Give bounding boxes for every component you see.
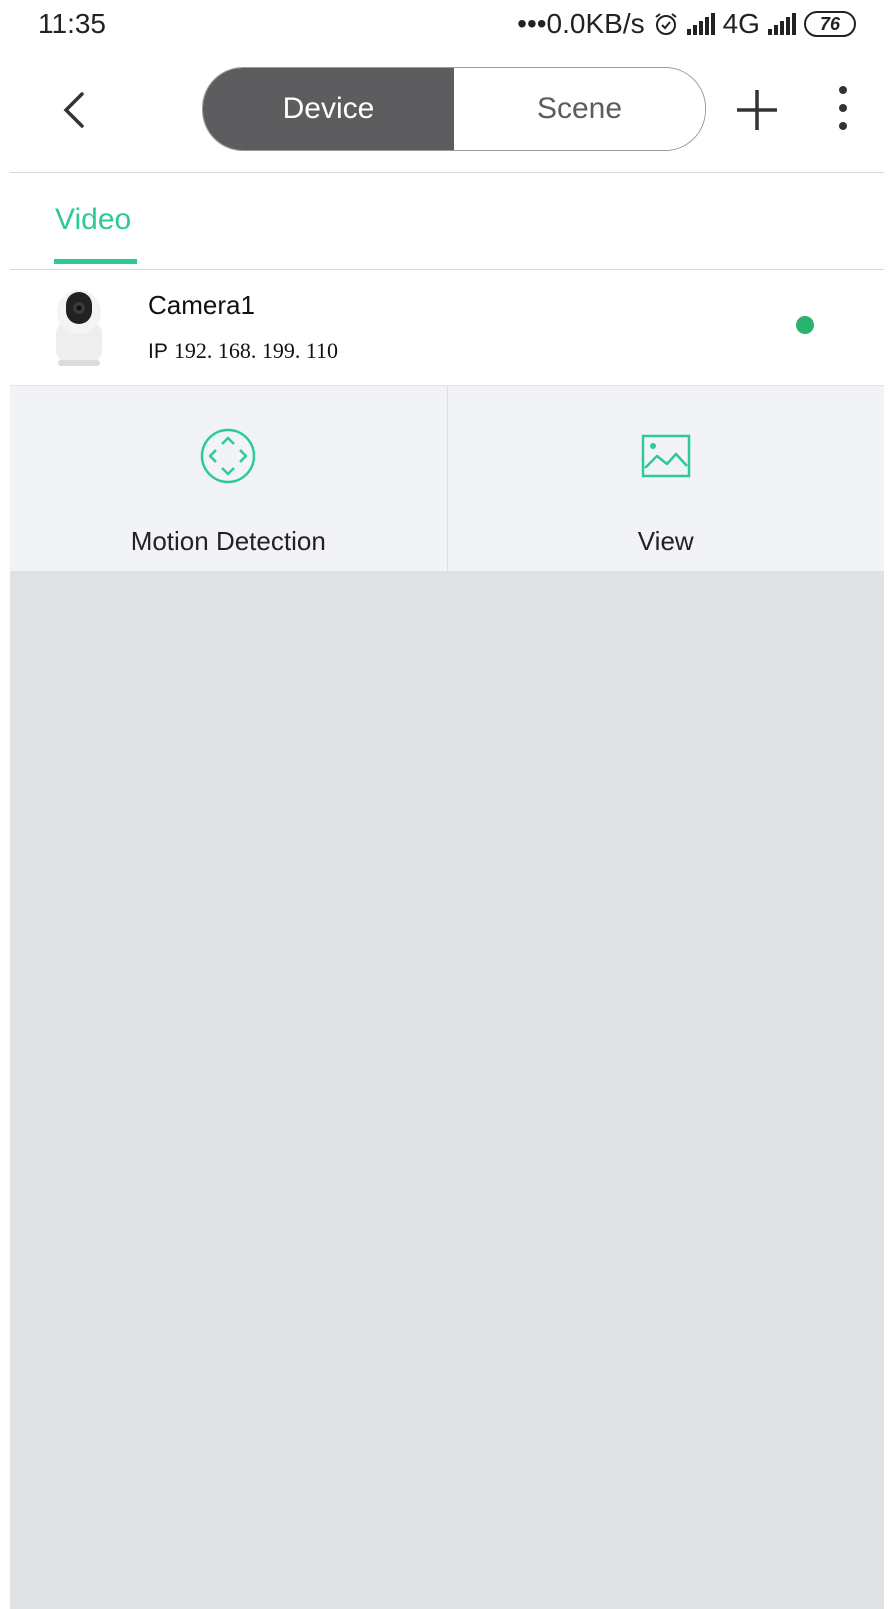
motion-detection-button[interactable]: Motion Detection (10, 386, 447, 571)
top-navigation: Device Scene (0, 60, 894, 170)
segment-scene[interactable]: Scene (454, 68, 705, 150)
ip-address: 192. 168. 199. 110 (173, 338, 339, 363)
category-tabs: Video (10, 173, 884, 270)
view-button[interactable]: View (446, 386, 885, 571)
device-item-camera1[interactable]: Camera1 IP 192. 168. 199. 110 (10, 270, 884, 384)
net-speed: •••0.0KB/s (517, 8, 645, 39)
motion-detection-label: Motion Detection (130, 526, 326, 556)
battery-indicator: 76 (803, 11, 856, 37)
motion-detection-icon (201, 428, 256, 484)
ip-prefix: IP (148, 340, 168, 363)
signal-icon (686, 13, 715, 35)
status-time: 11:35 (38, 8, 106, 39)
camera-icon (56, 290, 102, 366)
network-type: 4G (722, 8, 760, 39)
empty-content-area (10, 571, 884, 1609)
back-icon (63, 92, 84, 128)
signal-icon (767, 13, 796, 35)
image-icon (641, 434, 690, 478)
tab-video[interactable]: Video (55, 203, 131, 237)
device-actions: Motion Detection View (10, 385, 884, 571)
status-indicators: •••0.0KB/s 4G 76 (517, 8, 856, 40)
view-label: View (637, 526, 694, 556)
device-name: Camera1 (148, 290, 255, 320)
back-button[interactable] (50, 80, 100, 140)
alarm-icon (655, 13, 677, 35)
segment-device[interactable]: Device (203, 68, 454, 150)
device-scene-switch: Device Scene (202, 67, 706, 151)
plus-icon (737, 90, 777, 130)
tab-active-indicator (54, 259, 137, 264)
add-button[interactable] (727, 80, 787, 140)
status-bar: 11:35 •••0.0KB/s 4G 76 (0, 0, 894, 48)
device-ip: IP 192. 168. 199. 110 (148, 338, 338, 364)
more-button[interactable] (828, 82, 858, 142)
online-status-dot (796, 316, 814, 334)
more-vert-icon (839, 86, 847, 130)
